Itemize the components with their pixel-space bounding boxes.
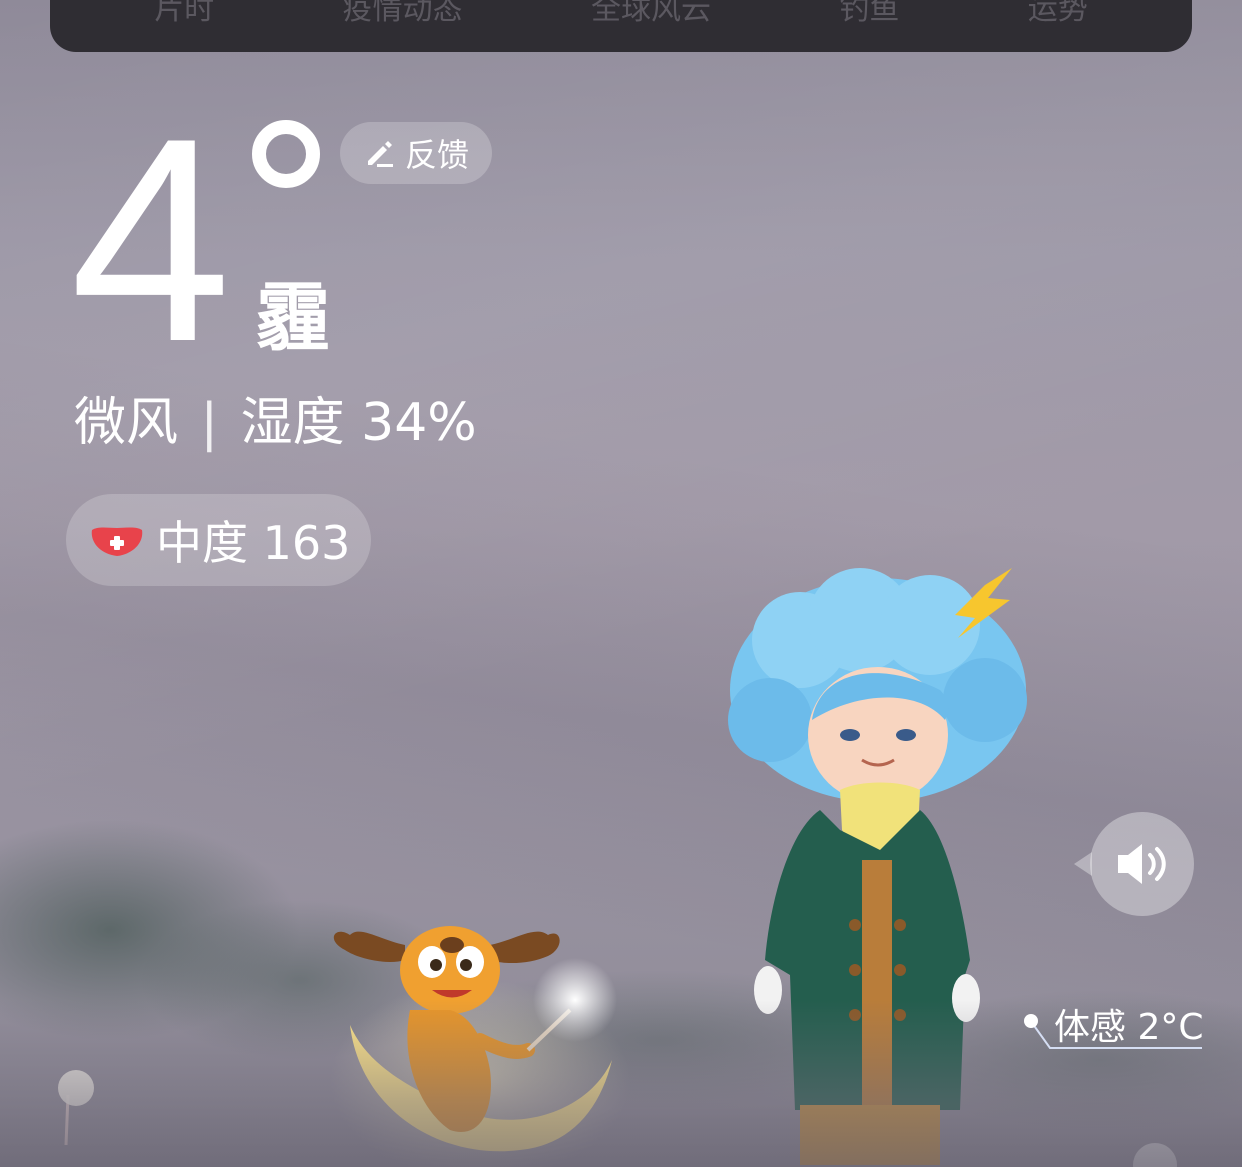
humidity-text: 湿度 34% bbox=[240, 393, 477, 453]
feels-like-indicator: 体感 2°C bbox=[1020, 996, 1220, 1056]
nav-item-fishing[interactable]: 钓鱼 bbox=[839, 0, 899, 28]
feedback-label: 反馈 bbox=[404, 136, 469, 174]
girl-eye bbox=[896, 729, 916, 741]
nav-item-global[interactable]: 全球风云 bbox=[591, 0, 711, 28]
nav-item-fortune[interactable]: 运势 bbox=[1028, 0, 1088, 28]
girl-hair-puff bbox=[880, 575, 980, 675]
speaker-button[interactable] bbox=[1074, 812, 1194, 916]
coat-toggle bbox=[894, 964, 906, 976]
feedback-button[interactable]: 反馈 bbox=[340, 122, 492, 184]
mask-icon bbox=[91, 527, 143, 556]
girl-eye bbox=[840, 729, 860, 741]
moose-pupil bbox=[460, 959, 472, 971]
moose-nose bbox=[440, 937, 464, 953]
girl-hair-puff bbox=[943, 658, 1027, 742]
wind-humidity-line: 微风 | 湿度 34% bbox=[74, 380, 477, 455]
moose-antler-right bbox=[490, 931, 560, 964]
degree-symbol bbox=[252, 120, 320, 188]
pencil-icon bbox=[367, 141, 393, 167]
coat-toggle bbox=[849, 964, 861, 976]
feels-like-dot bbox=[1024, 1014, 1038, 1028]
moose-pupil bbox=[430, 959, 442, 971]
nav-item-pianshi[interactable]: 片时 bbox=[154, 0, 214, 28]
separator: | bbox=[200, 393, 219, 453]
feels-like-text: 体感 2°C bbox=[1054, 1007, 1204, 1048]
aqi-text: 中度 163 bbox=[156, 516, 351, 570]
speaker-icon bbox=[1118, 844, 1166, 884]
coat-toggle bbox=[894, 919, 906, 931]
weather-condition: 霾 bbox=[256, 275, 330, 361]
coat-toggle bbox=[849, 919, 861, 931]
wind-text: 微风 bbox=[74, 393, 179, 453]
girl-hair-puff bbox=[728, 678, 812, 762]
nav-item-epidemic[interactable]: 疫情动态 bbox=[343, 0, 463, 28]
current-temperature: 4 bbox=[70, 78, 232, 402]
top-nav-bar: 片时 疫情动态 全球风云 钓鱼 运势 bbox=[50, 0, 1192, 52]
aqi-badge[interactable]: 中度 163 bbox=[66, 494, 371, 586]
